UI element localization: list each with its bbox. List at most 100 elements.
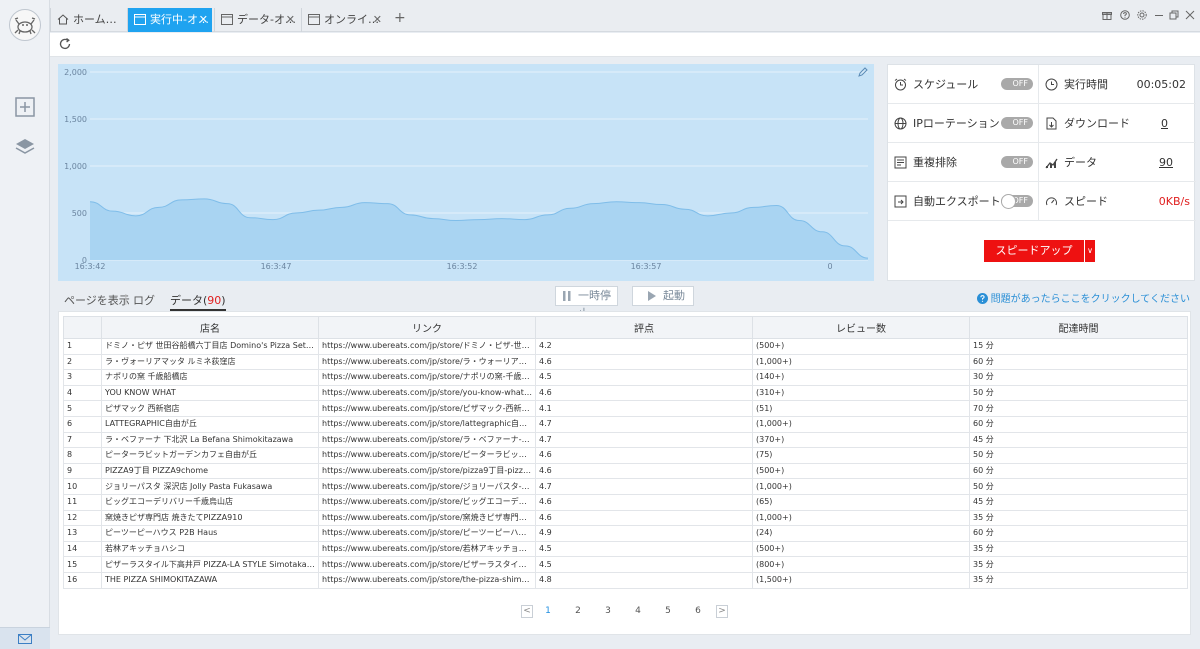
mail-icon[interactable]: [0, 627, 50, 649]
add-tab-button[interactable]: +: [394, 10, 406, 26]
tab-log[interactable]: ログ: [133, 292, 155, 308]
table-row[interactable]: 2 ラ・ヴォーリアマッタ ルミネ荻窪店 https://www.ubereats.c…: [63, 353, 1188, 371]
close-window-icon[interactable]: [1185, 10, 1195, 20]
question-circle-icon: [976, 293, 988, 304]
table-row[interactable]: 6 LATTEGRAPHIC自由が丘 https://www.ubereats.co…: [63, 415, 1188, 433]
table-cell: https://www.ubereats.com/jp/store/ピザマック-…: [318, 400, 536, 417]
gear-icon[interactable]: [1137, 10, 1147, 20]
table-cell: https://www.ubereats.com/jp/store/ジョリーパス…: [318, 478, 536, 495]
table-cell: https://www.ubereats.com/jp/store/ナポリの窯-…: [318, 369, 536, 386]
export-icon: [894, 195, 907, 208]
stat-row-2: IPローテーション OFF ダウンロード 0: [888, 104, 1196, 143]
column-header[interactable]: 店名: [101, 316, 319, 339]
gift-icon[interactable]: [1102, 10, 1112, 20]
x-tick-label: 0: [827, 262, 832, 271]
table-cell: https://www.ubereats.com/jp/store/若林アキッチ…: [318, 540, 536, 558]
table-cell: 30 分: [969, 369, 1188, 386]
table-row[interactable]: 3 ナポリの窯 千歳船橋店 https://www.ubereats.com/jp/…: [63, 369, 1188, 386]
table-cell: (370+): [752, 431, 970, 449]
table-row[interactable]: 7 ラ・ベファーナ 下北沢 La Befana Shimokitazawa http…: [63, 431, 1188, 449]
table-cell: https://www.ubereats.com/jp/store/ビッグエコー…: [318, 493, 536, 511]
table-cell: 9: [63, 462, 102, 480]
tab-label: オンライ…: [324, 13, 379, 26]
new-task-icon[interactable]: [14, 96, 36, 118]
speed-up-dropdown[interactable]: ∨: [1085, 240, 1095, 262]
refresh-icon[interactable]: [58, 37, 72, 51]
minimize-icon[interactable]: [1154, 10, 1164, 20]
table-cell: 35 分: [969, 571, 1188, 589]
page-number[interactable]: 4: [632, 605, 644, 618]
restore-icon[interactable]: [1169, 10, 1179, 20]
auto-export-toggle[interactable]: OFF: [1001, 194, 1033, 209]
table-row[interactable]: 4 YOU KNOW WHAT https://www.ubereats.com/j…: [63, 384, 1188, 402]
edit-icon[interactable]: [858, 67, 868, 77]
dedupe-toggle[interactable]: OFF: [1001, 156, 1033, 168]
table-cell: https://www.ubereats.com/jp/store/ピザーラスタ…: [318, 556, 536, 573]
table-row[interactable]: 13 ピーツーピーハウス P2B Haus https://www.ubereats…: [63, 525, 1188, 542]
column-header[interactable]: レビュー数: [752, 316, 970, 339]
table-cell: 11: [63, 493, 102, 511]
page-number[interactable]: 2: [572, 605, 584, 618]
help-link[interactable]: 問題があったらここをクリックしてください: [976, 290, 1190, 305]
stats-panel: スケジュール OFF 実行時間 00:05:02 IPローテーション OFF ダ…: [887, 64, 1196, 281]
table-cell: 60 分: [969, 462, 1188, 480]
table-row[interactable]: 9 PIZZA9丁目 PIZZA9chome https://www.ubereat…: [63, 462, 1188, 480]
tab-bar: ホーム… 実行中-オ… ✕ データ-オ… ✕ オンライ… ✕ +: [50, 0, 1200, 32]
data-tab-suffix: ): [221, 294, 226, 307]
ip-rotation-toggle[interactable]: OFF: [1001, 117, 1033, 129]
column-header[interactable]: 配達時間: [969, 316, 1188, 339]
table-row[interactable]: 12 窯焼きピザ専門店 焼きたてPIZZA910 https://www.ubere…: [63, 509, 1188, 527]
table-row[interactable]: 8 ピーターラビットガーデンカフェ自由が丘 https://www.ubereats…: [63, 447, 1188, 464]
page-number[interactable]: 6: [692, 605, 704, 618]
close-icon[interactable]: ✕: [199, 8, 208, 32]
data-value[interactable]: 90: [1159, 143, 1173, 182]
table-cell: 4.2: [535, 338, 753, 355]
prev-page-button[interactable]: <: [521, 605, 533, 618]
tab-data[interactable]: データ-オ… ✕: [214, 8, 299, 32]
page-number[interactable]: 3: [602, 605, 614, 618]
table-cell: 6: [63, 415, 102, 433]
help-icon[interactable]: [1120, 10, 1130, 20]
layers-icon[interactable]: [14, 136, 36, 158]
next-page-button[interactable]: >: [716, 605, 728, 618]
table-row[interactable]: 16 THE PIZZA SHIMOKITAZAWA https://www.ube…: [63, 571, 1188, 589]
table-row[interactable]: 14 若林アキッチョハシコ https://www.ubereats.com/jp/…: [63, 540, 1188, 558]
table-row[interactable]: 15 ピザーラスタイル下高井戸 PIZZA-LA STYLE Simotakaid…: [63, 556, 1188, 573]
column-header[interactable]: 評点: [535, 316, 753, 339]
column-header[interactable]: リンク: [318, 316, 536, 339]
page-number[interactable]: 1: [542, 605, 554, 618]
tab-data-view[interactable]: データ(90): [170, 292, 226, 311]
table-cell: 45 分: [969, 431, 1188, 449]
table-row[interactable]: 1ドミノ・ピザ 世田谷船橋六丁目店 Domino's Pizza Setagay…: [63, 338, 1188, 355]
tab-home[interactable]: ホーム…: [50, 8, 135, 32]
table-cell: (500+): [752, 338, 970, 355]
table-cell: 若林アキッチョハシコ: [101, 540, 319, 558]
table-row[interactable]: 5 ピザマック 西新宿店 https://www.ubereats.com/jp/s…: [63, 400, 1188, 417]
speed-value: 0KB/s: [1158, 195, 1190, 208]
table-cell: 50 分: [969, 478, 1188, 495]
column-header[interactable]: [63, 316, 102, 339]
tab-online[interactable]: オンライ… ✕: [301, 8, 386, 32]
download-value[interactable]: 0: [1161, 104, 1168, 143]
table-cell: 4.9: [535, 525, 753, 542]
table-cell: https://www.ubereats.com/jp/store/ピーターラビ…: [318, 447, 536, 464]
close-icon[interactable]: ✕: [373, 8, 382, 32]
close-icon[interactable]: ✕: [286, 8, 295, 32]
speed-up-button[interactable]: スピードアップ: [984, 240, 1084, 262]
schedule-toggle[interactable]: OFF: [1001, 78, 1033, 90]
table-cell: https://www.ubereats.com/jp/store/you-kn…: [318, 384, 536, 402]
stat-row-4: 自動エクスポート OFF スピード 0KB/s: [888, 182, 1196, 221]
start-button[interactable]: 起動: [632, 286, 694, 306]
results-table: 店名 リンク 評点 レビュー数 配達時間 1 ドミノ・ピザ 世田谷船橋六丁目店 Domin…: [63, 316, 1188, 589]
pause-button[interactable]: 一時停止: [555, 286, 618, 320]
table-row[interactable]: 11 ビッグエコーデリバリー千歳烏山店 https://www.ubereats.c…: [63, 493, 1188, 511]
table-cell: PIZZA9丁目 PIZZA9chome: [101, 462, 319, 480]
page-number[interactable]: 5: [662, 605, 674, 618]
window-icon: [134, 14, 146, 25]
table-row[interactable]: 10 ジョリーパスタ 深沢店 Jolly Pasta Fukasawa https:…: [63, 478, 1188, 495]
tab-running[interactable]: 実行中-オ… ✕: [127, 8, 212, 32]
table-cell: 7: [63, 431, 102, 449]
table-cell: 70 分: [969, 400, 1188, 417]
table-cell: 60 分: [969, 415, 1188, 433]
tab-page-view[interactable]: ページを表示: [64, 292, 130, 308]
